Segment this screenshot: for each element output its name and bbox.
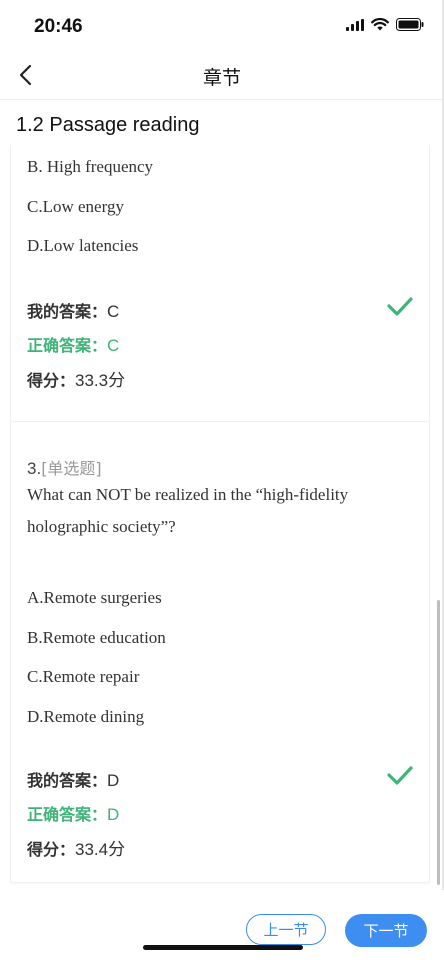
correct-answer: 正确答案：C [27, 332, 119, 356]
question-list[interactable]: B. High frequency C.Low energy D.Low lat… [0, 145, 444, 890]
my-answer-label: 我的答案： [27, 302, 108, 321]
home-indicator[interactable] [143, 945, 303, 950]
score: 得分：33.4分 [27, 835, 125, 860]
question-card: 3.[单选题] What can NOT be realized in the … [10, 421, 430, 883]
option-c: C.Low energy [27, 197, 124, 216]
my-answer-value: D [107, 771, 120, 790]
option-b: B. High frequency [27, 157, 154, 176]
my-answer-value: C [107, 302, 120, 321]
question-number: 3. [27, 459, 42, 478]
my-answer: 我的答案：D [27, 767, 119, 791]
check-icon [387, 766, 413, 785]
my-answer-label: 我的答案： [27, 771, 108, 790]
option-c: C.Remote repair [27, 667, 140, 686]
correct-answer-label: 正确答案： [27, 336, 108, 355]
question-card: B. High frequency C.Low energy D.Low lat… [10, 145, 430, 422]
score-label: 得分： [27, 371, 76, 390]
correct-answer-value: D [107, 805, 120, 824]
option-d: D.Low latencies [27, 236, 139, 255]
my-answer: 我的答案：C [27, 298, 119, 322]
score-label: 得分： [27, 840, 76, 859]
battery-icon [396, 18, 424, 31]
score: 得分：33.3分 [27, 366, 125, 391]
score-value: 33.3分 [75, 371, 126, 390]
check-icon [387, 297, 413, 316]
question-type: [单选题] [41, 459, 102, 478]
section-title: 1.2 Passage reading [16, 114, 200, 136]
question-text: What can NOT be realized in the “high-fi… [27, 485, 349, 536]
next-section-button[interactable]: 下一节 [345, 914, 427, 947]
signal-icon [346, 18, 364, 31]
status-icons [346, 18, 424, 31]
page-title: 章节 [202, 67, 241, 89]
scrollbar[interactable] [437, 600, 440, 885]
prev-section-button[interactable]: 上一节 [246, 914, 326, 945]
status-time: 20:46 [34, 16, 83, 37]
option-a: A.Remote surgeries [27, 588, 162, 607]
correct-answer: 正确答案：D [27, 801, 119, 825]
score-value: 33.4分 [75, 840, 126, 859]
correct-answer-label: 正确答案： [27, 805, 108, 824]
status-bar: 20:46 [0, 0, 444, 52]
question-header: 3.[单选题] [27, 455, 102, 479]
option-d: D.Remote dining [27, 707, 145, 726]
wifi-icon [371, 18, 389, 31]
correct-answer-value: C [107, 336, 120, 355]
bottom-bar: 上一节 下一节 [0, 890, 444, 960]
nav-bar: 章节 [0, 52, 444, 100]
option-b: B.Remote education [27, 628, 166, 647]
